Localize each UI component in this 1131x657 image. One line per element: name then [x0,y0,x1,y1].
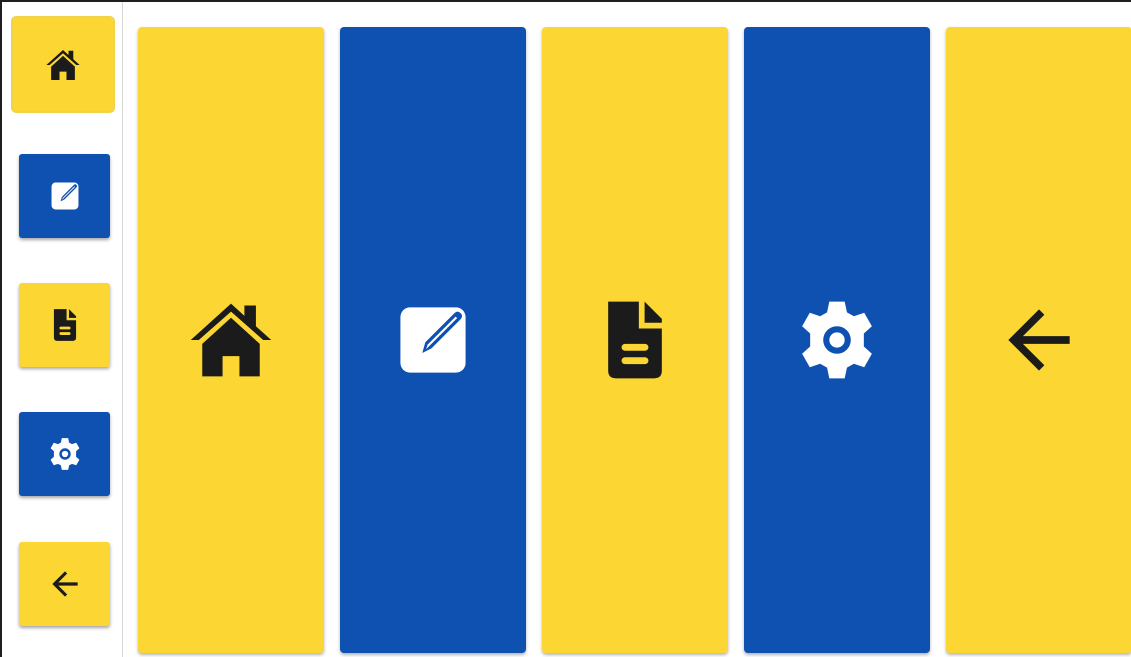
tile-edit[interactable] [340,27,526,653]
document-icon [608,301,662,379]
tile-grid [138,27,1131,657]
edit-icon [400,307,466,373]
document-icon [53,309,76,341]
tile-back[interactable] [946,27,1131,653]
tile-document[interactable] [542,27,728,653]
arrow-left-icon [1008,309,1070,371]
sidebar-item-home[interactable] [11,16,115,113]
sidebar [2,2,123,657]
arrow-left-icon [51,571,78,597]
sidebar-item-settings[interactable] [19,412,110,496]
sidebar-item-edit[interactable] [19,154,110,238]
sidebar-item-back[interactable] [19,542,110,626]
gear-icon [50,438,79,470]
tile-home[interactable] [138,27,324,653]
edit-icon [51,182,78,210]
tile-settings[interactable] [744,27,930,653]
home-icon [46,49,80,80]
home-icon [190,303,272,377]
sidebar-item-document[interactable] [19,283,110,367]
gear-icon [802,301,872,379]
app-window [0,0,1131,657]
